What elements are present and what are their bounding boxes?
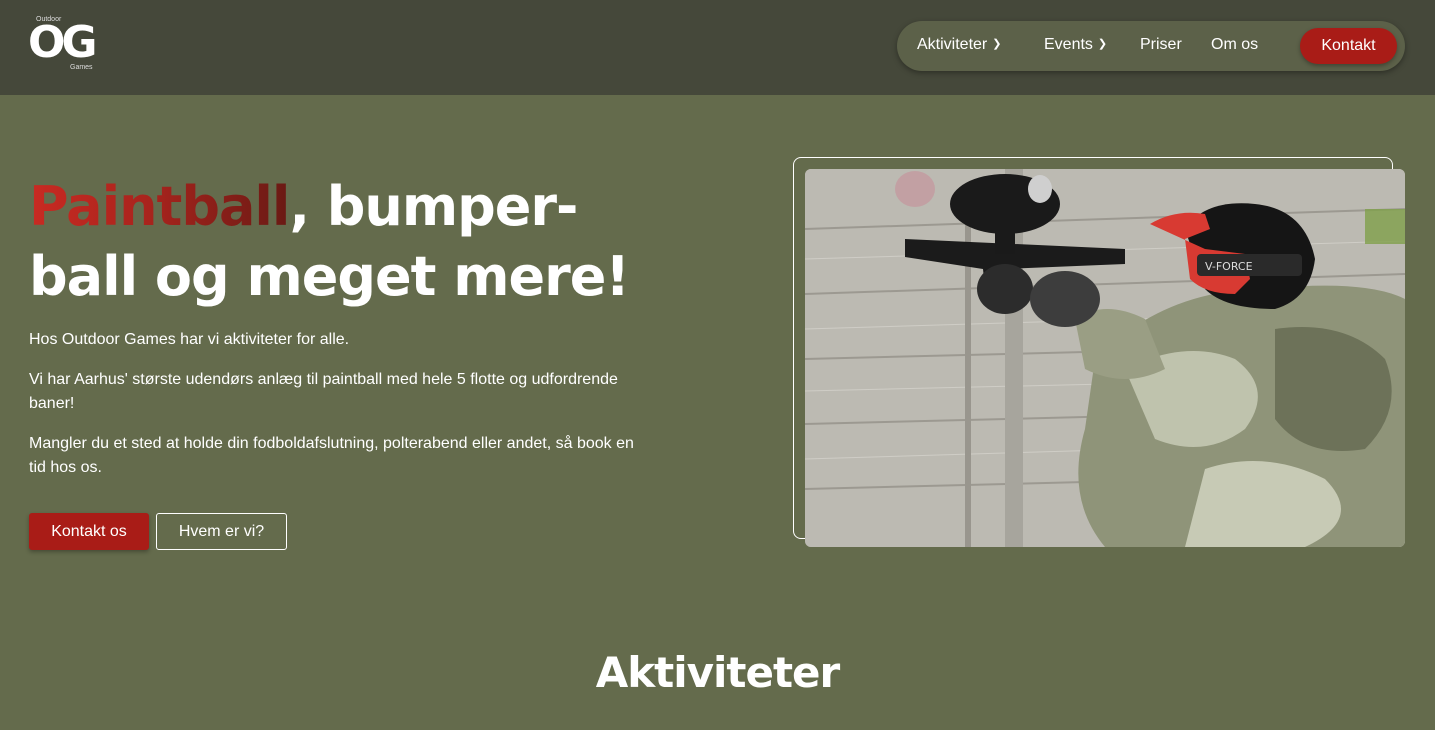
hero-photo: V-FORCE (805, 169, 1405, 547)
logo[interactable]: Outdoor OG Games (28, 16, 108, 74)
chevron-down-icon: ❯ (1097, 38, 1108, 50)
chevron-down-icon: ❯ (992, 38, 1002, 50)
nav-label: Om os (1211, 36, 1259, 53)
who-are-we-button[interactable]: Hvem er vi? (156, 513, 287, 550)
hero-paragraph: Mangler du et sted at holde din fodbolda… (29, 435, 634, 476)
paintball-player-illustration: V-FORCE (805, 169, 1405, 547)
nav-item-events[interactable]: Events ❯ (1044, 36, 1107, 54)
hero-title-rest: , bumper- (289, 175, 578, 238)
nav-item-aktiviteter[interactable]: Aktiviteter ❯ (917, 36, 1001, 54)
hero-title-accent: Paintball (29, 175, 290, 238)
nav-item-priser[interactable]: Priser (1140, 36, 1182, 54)
nav-item-om-os[interactable]: Om os (1211, 36, 1258, 54)
contact-button[interactable]: Kontakt (1300, 28, 1397, 64)
nav-label: Priser (1140, 36, 1182, 53)
mask-strap-text: V-FORCE (1205, 260, 1253, 273)
hero-title-line2: ball og meget mere! (29, 245, 630, 308)
nav-label: Events (1044, 36, 1093, 53)
logo-letters: OG (28, 17, 98, 68)
section-title-aktiviteter: Aktiviteter (595, 648, 841, 697)
main-nav: Aktiviteter ❯ Events ❯ Priser Om os Kontak… (897, 21, 1405, 71)
hero-paragraph: Hos Outdoor Games har vi aktiviteter for… (29, 331, 350, 348)
hero-paragraph: Vi har Aarhus' største udendørs anlæg ti… (29, 371, 618, 412)
logo-bottom-word: Games (70, 64, 93, 71)
contact-us-button[interactable]: Kontakt os (29, 513, 149, 550)
site-header: Outdoor OG Games Aktiviteter ❯ Events ❯ Pr… (0, 0, 1435, 95)
hero-title: Paintball, bumper-ball og meget mere! (29, 172, 669, 312)
nav-label: Aktiviteter (917, 36, 988, 53)
